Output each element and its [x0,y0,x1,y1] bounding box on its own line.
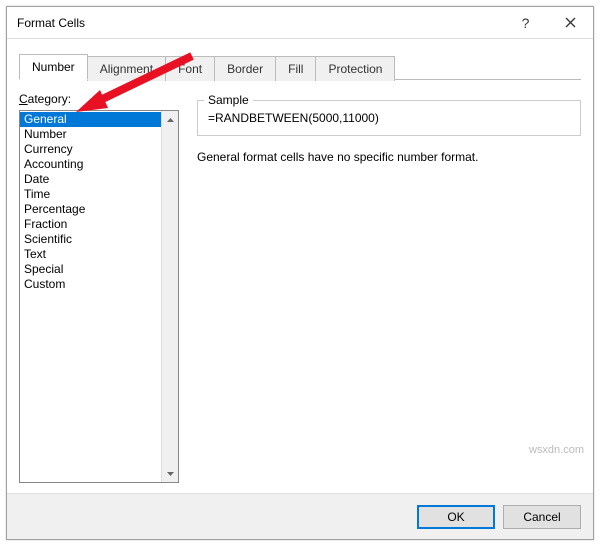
cancel-button[interactable]: Cancel [503,505,581,529]
scroll-up-icon[interactable] [162,111,178,128]
list-item[interactable]: Date [20,172,161,187]
category-listbox[interactable]: General Number Currency Accounting Date … [19,110,179,483]
close-icon [565,17,576,28]
list-item[interactable]: Currency [20,142,161,157]
tab-strip: Number Alignment Font Border Fill Protec… [19,53,581,79]
list-item[interactable]: Custom [20,277,161,292]
format-cells-dialog: Format Cells ? Number Alignment Font Bor… [6,6,594,540]
dialog-body: Number Alignment Font Border Fill Protec… [7,39,593,493]
tab-protection[interactable]: Protection [315,56,395,81]
category-label: Category: [19,92,179,106]
titlebar: Format Cells ? [7,7,593,39]
list-item[interactable]: Percentage [20,202,161,217]
category-list-items: General Number Currency Accounting Date … [20,111,161,482]
sample-group: Sample =RANDBETWEEN(5000,11000) [197,100,581,136]
list-item[interactable]: General [20,112,161,127]
list-item[interactable]: Fraction [20,217,161,232]
list-item[interactable]: Text [20,247,161,262]
tab-font[interactable]: Font [165,56,215,81]
help-button[interactable]: ? [503,7,548,39]
scrollbar[interactable] [161,111,178,482]
sample-legend: Sample [204,93,253,107]
scroll-down-icon[interactable] [162,465,178,482]
format-description: General format cells have no specific nu… [197,150,581,164]
tab-content: Category: General Number Currency Accoun… [19,80,581,483]
list-item[interactable]: Accounting [20,157,161,172]
sample-value: =RANDBETWEEN(5000,11000) [206,107,572,127]
close-button[interactable] [548,7,593,39]
detail-column: Sample =RANDBETWEEN(5000,11000) General … [179,92,581,483]
ok-button[interactable]: OK [417,505,495,529]
list-item[interactable]: Scientific [20,232,161,247]
button-bar: OK Cancel [7,493,593,539]
list-item[interactable]: Number [20,127,161,142]
tab-border[interactable]: Border [214,56,276,81]
list-item[interactable]: Special [20,262,161,277]
list-item[interactable]: Time [20,187,161,202]
window-title: Format Cells [17,16,503,30]
tab-fill[interactable]: Fill [275,56,316,81]
category-column: Category: General Number Currency Accoun… [19,92,179,483]
tab-alignment[interactable]: Alignment [87,56,166,81]
tab-number[interactable]: Number [19,54,88,80]
